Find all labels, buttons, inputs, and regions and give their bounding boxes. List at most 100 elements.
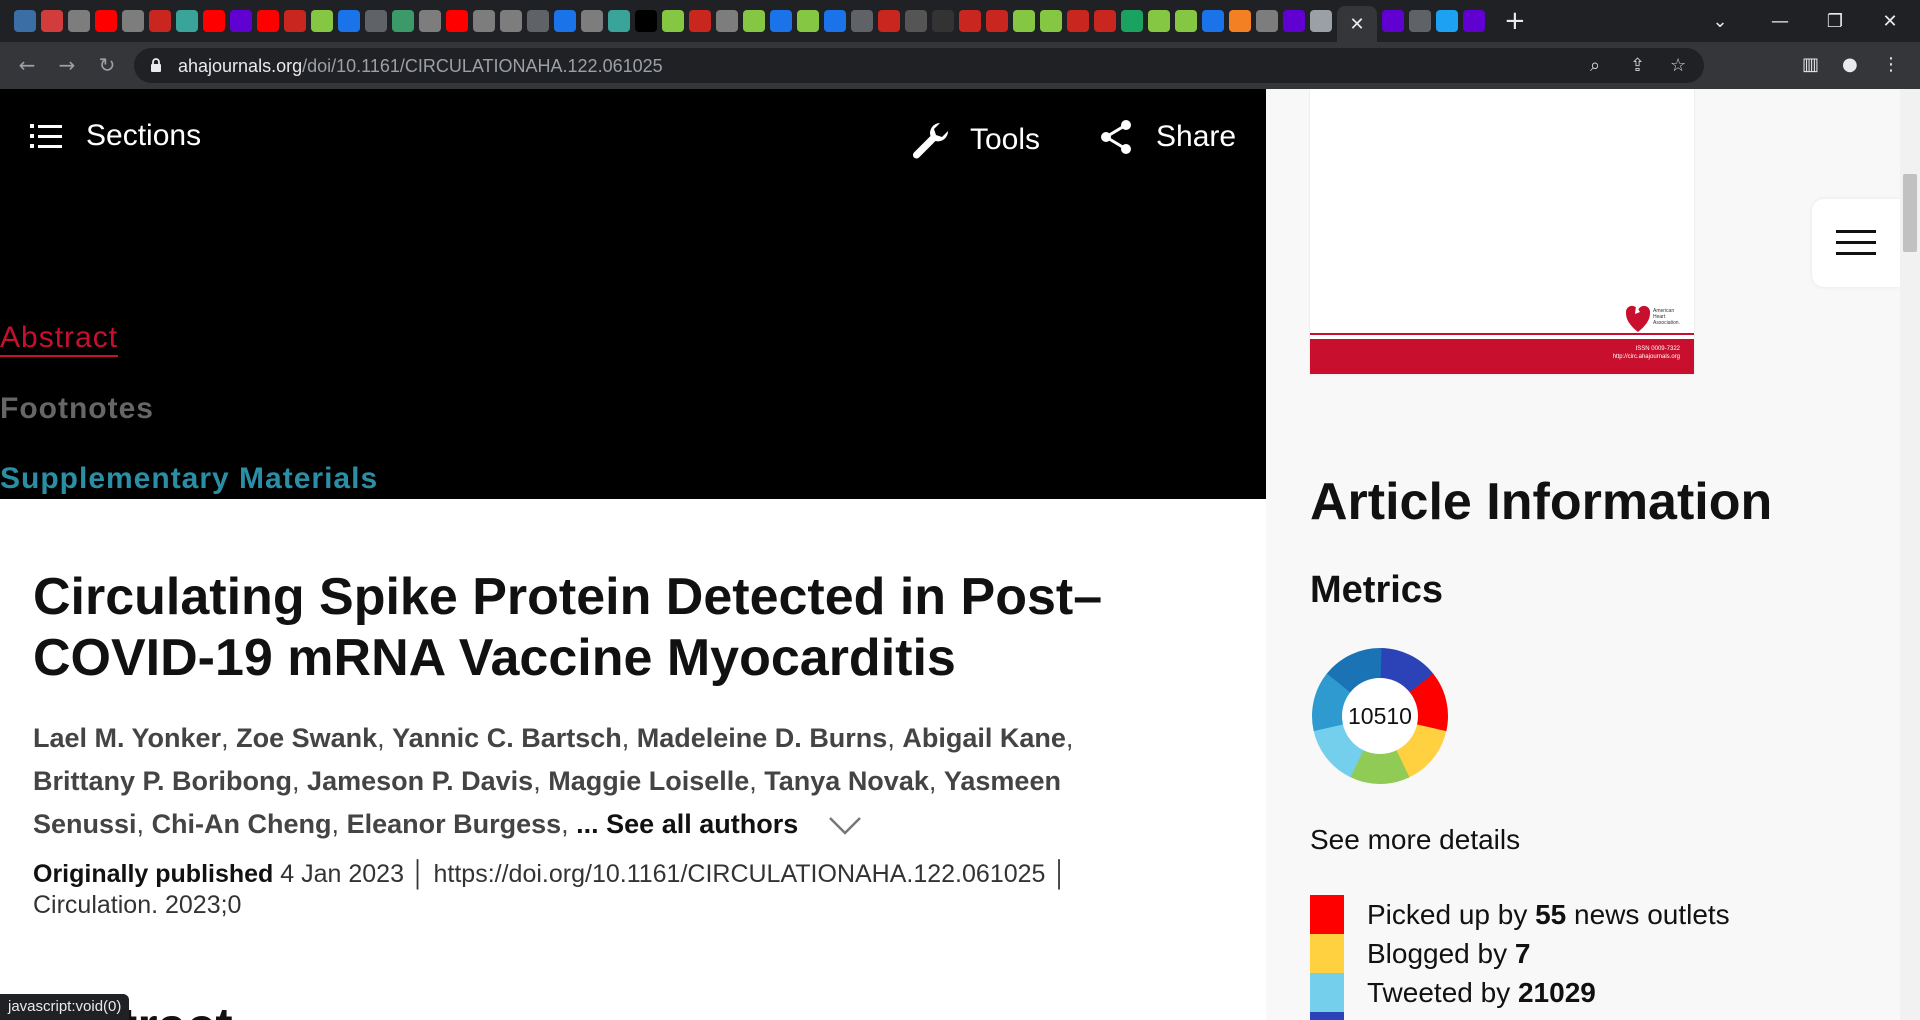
rumble-play-favicon-icon[interactable] [1013, 10, 1035, 32]
reload-icon[interactable]: ↻ [92, 50, 122, 80]
section-link-footnotes[interactable]: Footnotes [0, 392, 154, 426]
author-link[interactable]: Brittany P. Boribong [33, 766, 292, 796]
business-insider-favicon-icon[interactable] [959, 10, 981, 32]
twitter-favicon-icon[interactable] [1436, 10, 1458, 32]
globe-favicon-icon[interactable] [500, 10, 522, 32]
author-link[interactable]: Eleanor Burgess [347, 809, 562, 839]
map-thumb-favicon-icon[interactable] [392, 10, 414, 32]
globe-favicon-icon[interactable] [1256, 10, 1278, 32]
rumble-play-favicon-icon[interactable] [662, 10, 684, 32]
globe-favicon-icon[interactable] [716, 10, 738, 32]
author-link[interactable]: Tanya Novak [764, 766, 929, 796]
author-link[interactable]: Maggie Loiselle [548, 766, 749, 796]
pinwheel-favicon-icon[interactable] [41, 10, 63, 32]
bookmark-star-icon[interactable]: ☆ [1670, 55, 1686, 76]
g-logo-favicon-icon[interactable] [1121, 10, 1143, 32]
sections-menu-button[interactable]: Sections [30, 119, 201, 153]
share-button[interactable]: Share [1100, 119, 1236, 155]
address-bar[interactable]: ahajournals.org/doi/10.1161/CIRCULATIONA… [134, 48, 1704, 83]
globe-favicon-icon[interactable] [419, 10, 441, 32]
globe-favicon-icon[interactable] [581, 10, 603, 32]
shield-favicon-icon[interactable] [770, 10, 792, 32]
youtube-favicon-icon[interactable] [257, 10, 279, 32]
bookmark-arrow-favicon-icon[interactable] [365, 10, 387, 32]
rumble-play-favicon-icon[interactable] [797, 10, 819, 32]
globe-favicon-icon[interactable] [473, 10, 495, 32]
yahoo-favicon-icon[interactable] [1463, 10, 1485, 32]
translate-favicon-icon[interactable] [1310, 10, 1332, 32]
search-favicon-icon[interactable] [1202, 10, 1224, 32]
business-insider-favicon-icon[interactable] [1067, 10, 1089, 32]
business-insider-favicon-icon[interactable] [878, 10, 900, 32]
new-tab-button[interactable]: + [1504, 6, 1526, 36]
author-link[interactable]: Madeleine D. Burns [637, 723, 888, 753]
see-more-details-link[interactable]: See more details [1310, 824, 1520, 856]
author-link[interactable]: Lael M. Yonker [33, 723, 221, 753]
zoom-icon[interactable]: ⌕ [1590, 55, 1600, 76]
forward-icon[interactable]: → [52, 50, 82, 80]
close-tab-icon[interactable]: ✕ [1349, 14, 1364, 35]
video-thumb-favicon-icon[interactable] [932, 10, 954, 32]
profile-icon[interactable]: ● [1842, 54, 1858, 75]
rumble-play-favicon-icon[interactable] [311, 10, 333, 32]
side-panel-icon[interactable]: ▥ [1802, 54, 1819, 75]
author-link[interactable]: Yannic C. Bartsch [392, 723, 622, 753]
business-insider-favicon-icon[interactable] [284, 10, 306, 32]
yahoo-mail-favicon-icon[interactable] [1283, 10, 1305, 32]
back-icon[interactable]: ← [12, 50, 42, 80]
minimize-icon[interactable]: — [1750, 0, 1810, 42]
scrollbar-thumb[interactable] [1903, 174, 1917, 252]
business-insider-favicon-icon[interactable] [689, 10, 711, 32]
video-thumb-favicon-icon[interactable] [905, 10, 927, 32]
stack-overflow-favicon-icon[interactable] [1229, 10, 1251, 32]
author-link[interactable]: Chi-An Cheng [152, 809, 332, 839]
altmetric-donut[interactable]: 10510 [1310, 646, 1450, 786]
bookmark-arrow-favicon-icon[interactable] [851, 10, 873, 32]
restore-icon[interactable]: ❐ [1805, 0, 1865, 42]
globe-favicon-icon[interactable] [122, 10, 144, 32]
tab-search-icon[interactable]: ⌄ [1690, 0, 1750, 42]
yahoo-favicon-icon[interactable] [230, 10, 252, 32]
business-insider-favicon-icon[interactable] [986, 10, 1008, 32]
journal-cover-image[interactable]: American Heart Association. ISSN 0009-73… [1310, 89, 1694, 374]
rumble-play-favicon-icon[interactable] [743, 10, 765, 32]
wasm-globe-favicon-icon[interactable] [14, 10, 36, 32]
chevron-down-icon[interactable] [828, 816, 862, 836]
shield-favicon-icon[interactable] [338, 10, 360, 32]
search-favicon-icon[interactable] [554, 10, 576, 32]
author-link[interactable]: Zoe Swank [236, 723, 377, 753]
business-insider-favicon-icon[interactable] [149, 10, 171, 32]
mention-row[interactable]: Picked up by 55 news outlets [1310, 895, 1730, 934]
author-link[interactable]: Jameson P. Davis [307, 766, 533, 796]
hamburger-menu-button[interactable] [1812, 199, 1900, 287]
globe-favicon-icon[interactable] [68, 10, 90, 32]
section-link-abstract[interactable]: Abstract [0, 321, 119, 357]
youtube-favicon-icon[interactable] [95, 10, 117, 32]
youtube-favicon-icon[interactable] [203, 10, 225, 32]
mention-row[interactable]: Tweeted by 21029 [1310, 973, 1596, 1012]
menu-kebab-icon[interactable]: ⋮ [1882, 54, 1900, 75]
n-logo-favicon-icon[interactable] [635, 10, 657, 32]
rumble-play-favicon-icon[interactable] [1040, 10, 1062, 32]
doi-link[interactable]: https://doi.org/10.1161/CIRCULATIONAHA.1… [434, 860, 1046, 888]
close-window-icon[interactable]: ✕ [1860, 0, 1920, 42]
business-insider-favicon-icon[interactable] [1094, 10, 1116, 32]
see-all-authors-link[interactable]: ... See all authors [576, 809, 798, 839]
active-tab[interactable]: ✕ [1337, 6, 1377, 42]
rumble-play-favicon-icon[interactable] [1175, 10, 1197, 32]
youtube-favicon-icon[interactable] [446, 10, 468, 32]
url-text[interactable]: ahajournals.org/doi/10.1161/CIRCULATIONA… [178, 56, 663, 77]
tools-button[interactable]: Tools [910, 119, 1040, 161]
author-link[interactable]: Abigail Kane [902, 723, 1066, 753]
bookmark-arrow-favicon-icon[interactable] [527, 10, 549, 32]
section-link-supplementary[interactable]: Supplementary Materials [0, 462, 378, 496]
share-page-icon[interactable]: ⇪ [1630, 55, 1645, 76]
search-favicon-icon[interactable] [824, 10, 846, 32]
vaccine-globe-favicon-icon[interactable] [608, 10, 630, 32]
mention-row[interactable]: Blogged by 7 [1310, 934, 1530, 973]
bookmark-arrow-favicon-icon[interactable] [1409, 10, 1431, 32]
yahoo-favicon-icon[interactable] [1382, 10, 1404, 32]
rumble-play-favicon-icon[interactable] [1148, 10, 1170, 32]
vaccine-globe-favicon-icon[interactable] [176, 10, 198, 32]
page-scrollbar[interactable] [1900, 89, 1920, 1020]
